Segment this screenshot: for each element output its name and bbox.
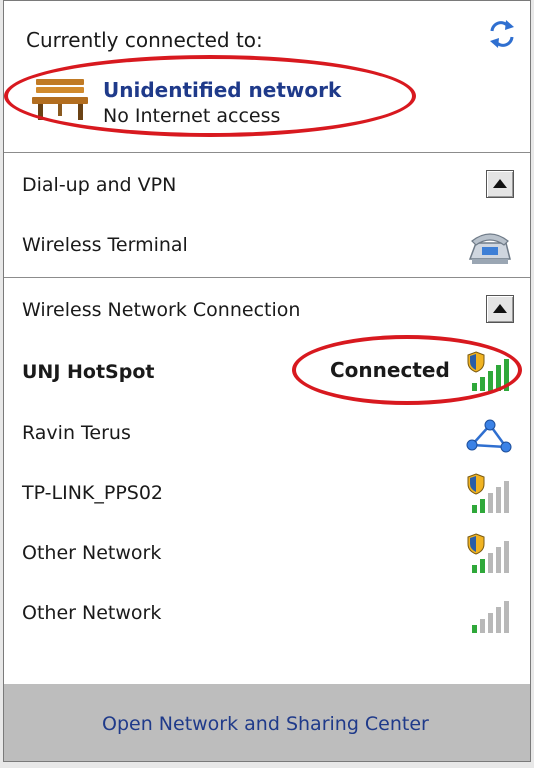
signal-bar: [480, 499, 485, 513]
signal-bar: [488, 493, 493, 513]
dialup-item-wireless-terminal[interactable]: Wireless Terminal: [4, 223, 530, 271]
signal-bar: [472, 505, 477, 513]
signal-bar: [496, 607, 501, 633]
signal-bar: [504, 481, 509, 513]
security-shield-icon: [467, 533, 485, 555]
wifi-network-name: Ravin Terus: [22, 422, 131, 444]
wifi-network-row[interactable]: TP-LINK_PPS02: [4, 469, 530, 521]
wireless-collapse-button[interactable]: [486, 295, 514, 323]
network-flyout-panel: Currently connected to: Unidentified net…: [3, 0, 531, 762]
current-connection-header: Currently connected to:: [26, 28, 263, 52]
security-shield-icon: [467, 473, 485, 495]
signal-strength-icon: [464, 593, 514, 633]
open-network-sharing-center-link[interactable]: Open Network and Sharing Center: [102, 713, 429, 735]
signal-bar: [504, 601, 509, 633]
wifi-network-name: Other Network: [22, 602, 162, 624]
adhoc-network-icon: [464, 417, 512, 457]
signal-strength-icon: [464, 473, 514, 513]
wireless-section-label: Wireless Network Connection: [22, 299, 301, 321]
footer-bar: Open Network and Sharing Center: [4, 684, 530, 761]
wifi-network-row[interactable]: Other Network: [4, 529, 530, 581]
highlight-oval-connected: [292, 335, 522, 405]
signal-bar: [496, 487, 501, 513]
wifi-network-name: Other Network: [22, 542, 162, 564]
dialup-item-label: Wireless Terminal: [22, 234, 188, 256]
refresh-icon[interactable]: [486, 18, 518, 50]
signal-strength-icon: [464, 533, 514, 573]
signal-bar: [472, 565, 477, 573]
wifi-network-row[interactable]: Ravin Terus: [4, 409, 530, 461]
signal-bar: [488, 553, 493, 573]
divider: [4, 152, 530, 153]
signal-bar: [480, 559, 485, 573]
signal-bar: [480, 619, 485, 633]
wifi-network-row[interactable]: Other Network: [4, 589, 530, 641]
signal-bar: [472, 625, 477, 633]
dialup-collapse-button[interactable]: [486, 170, 514, 198]
signal-bar: [504, 541, 509, 573]
signal-bar: [488, 613, 493, 633]
wifi-network-name: TP-LINK_PPS02: [22, 482, 164, 504]
signal-bar: [496, 547, 501, 573]
wifi-network-name: UNJ HotSpot: [22, 361, 155, 383]
dialup-vpn-section-label: Dial-up and VPN: [22, 174, 177, 196]
divider: [4, 277, 530, 278]
telephone-icon: [466, 229, 512, 267]
highlight-oval-current: [4, 55, 416, 137]
